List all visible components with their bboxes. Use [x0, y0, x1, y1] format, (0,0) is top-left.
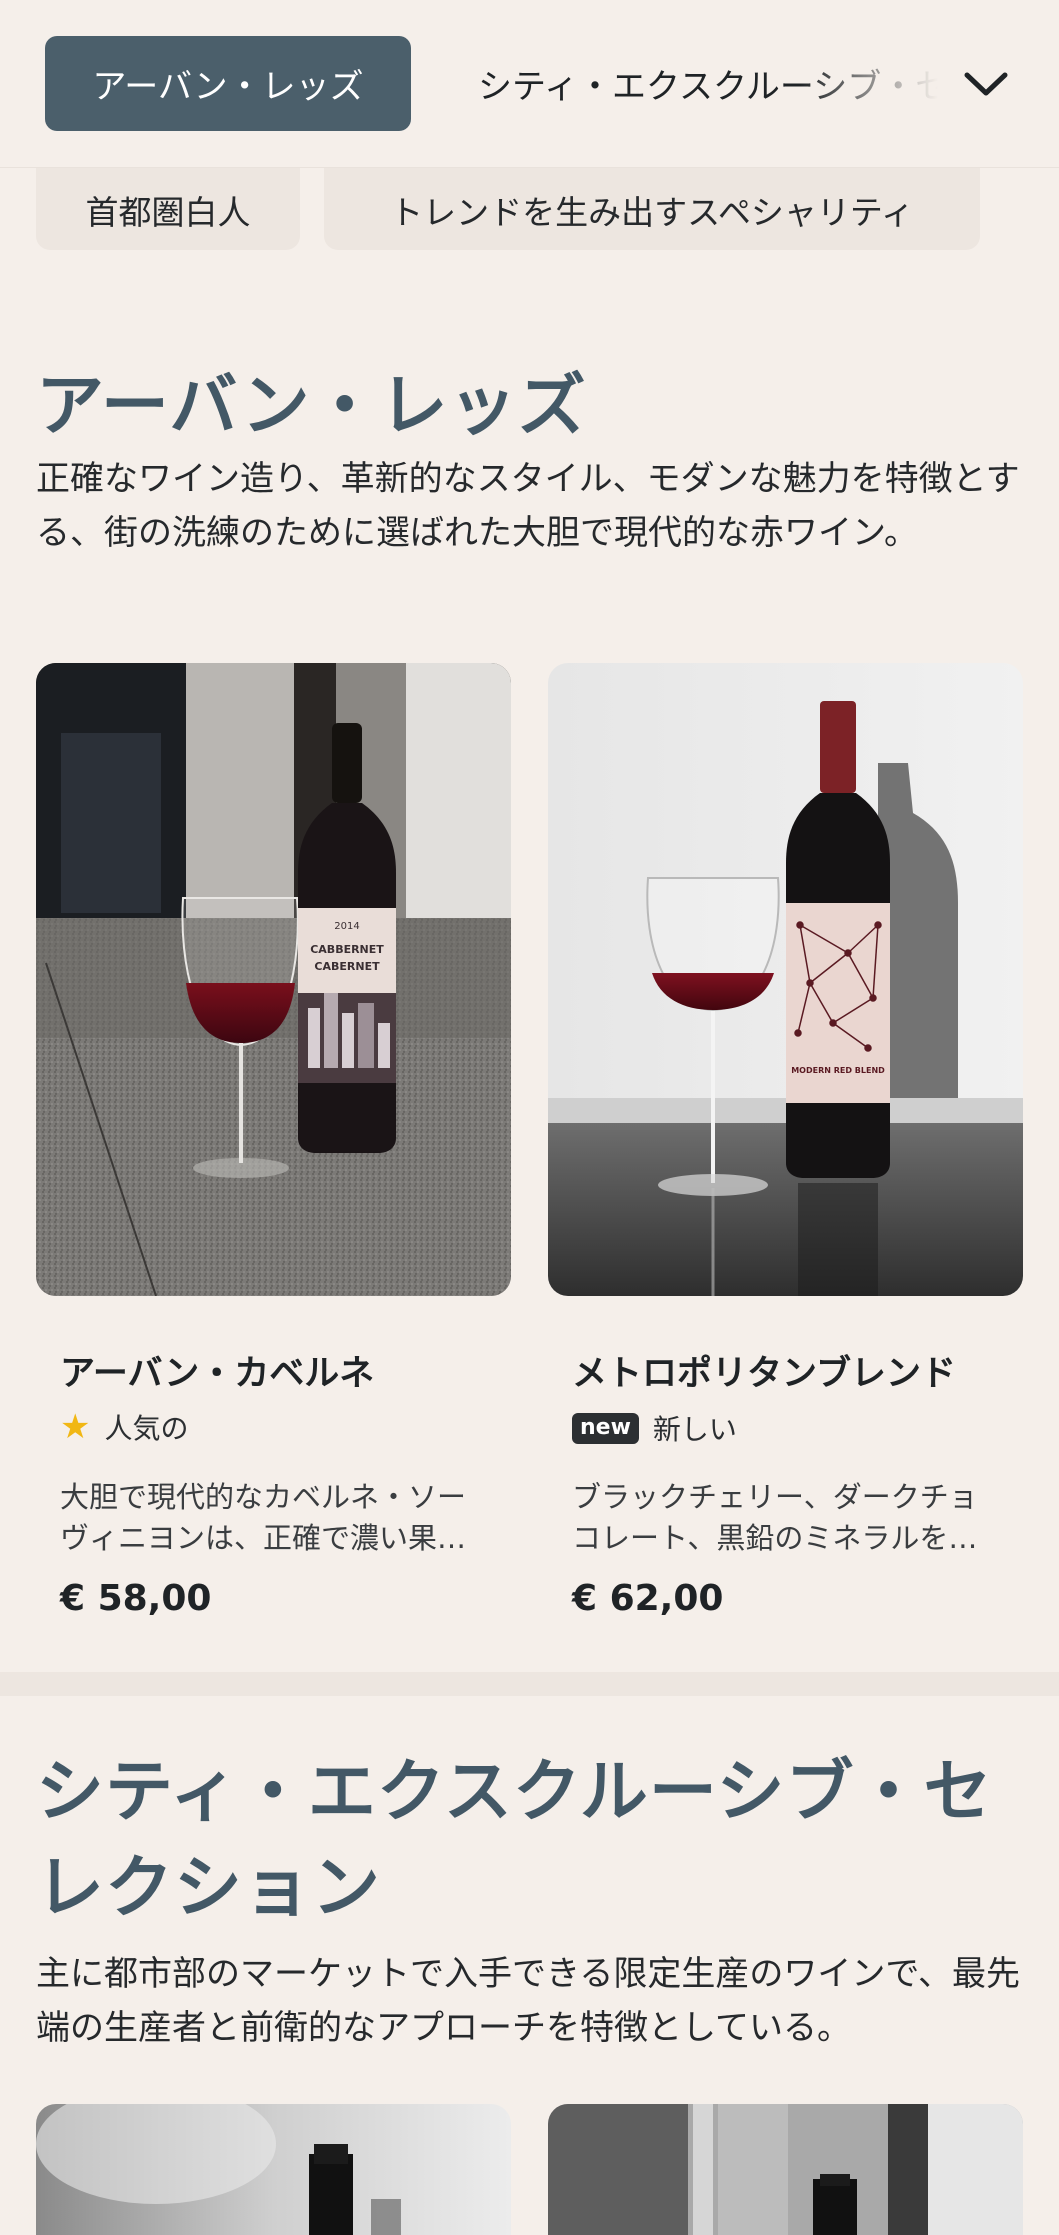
badge-text: 人気の [104, 1412, 189, 1445]
product-image-city-1[interactable] [36, 2104, 511, 2235]
section-description-city-exclusive: 主に都市部のマーケットで入手できる限定生産のワインで、最先端の生産者と前衛的なア… [36, 1954, 1020, 2048]
chevron-down-icon[interactable] [955, 58, 1017, 110]
product-badge-popular: ★ 人気の [60, 1407, 189, 1447]
product-price-urban-cabernet: € 58,00 [60, 1578, 212, 1619]
product-image-metropolitan-blend[interactable]: MODERN RED BLEND [548, 663, 1023, 1296]
product-description-metropolitan-blend: ブラックチェリー、ダークチョコレート、黒鉛のミネラルを… [572, 1480, 978, 1555]
product-image-city-2[interactable] [548, 2104, 1023, 2235]
bottle-label-line2: CABERNET [314, 960, 380, 973]
bottle-label-text: MODERN RED BLEND [791, 1066, 885, 1075]
product-price-metropolitan-blend: € 62,00 [572, 1578, 724, 1619]
section-divider [0, 1672, 1059, 1696]
section-title-urban-reds: アーバン・レッズ [36, 367, 587, 446]
category-tab-bar: アーバン・レッズ シティ・エクスクルーシブ・セレクション [0, 0, 1059, 168]
new-badge-icon: new [572, 1412, 639, 1444]
star-icon: ★ [60, 1407, 91, 1447]
bottle-label-line1: CABBERNET [310, 943, 384, 956]
section-title-city-exclusive: シティ・エクスクルーシブ・セレクション [36, 1753, 993, 1928]
section-description-urban-reds: 正確なワイン造り、革新的なスタイル、モダンな魅力を特徴とする、街の洗練のために選… [36, 459, 1020, 553]
tab-city-exclusive[interactable]: シティ・エクスクルーシブ・セレクション [478, 36, 938, 131]
bottle-label-year: 2014 [334, 921, 359, 932]
product-image-urban-cabernet[interactable]: 2014 CABBERNET CABERNET [36, 663, 511, 1296]
product-badge-new: new 新しい [572, 1408, 737, 1448]
product-name-metropolitan-blend[interactable]: メトロポリタンブレンド [572, 1345, 956, 1396]
badge-text: 新しい [652, 1413, 737, 1446]
product-description-urban-cabernet: 大胆で現代的なカベルネ・ソーヴィニヨンは、正確で濃い果… [60, 1480, 467, 1555]
product-name-urban-cabernet[interactable]: アーバン・カベルネ [60, 1345, 374, 1396]
tab-urban-reds[interactable]: アーバン・レッズ [45, 36, 411, 131]
